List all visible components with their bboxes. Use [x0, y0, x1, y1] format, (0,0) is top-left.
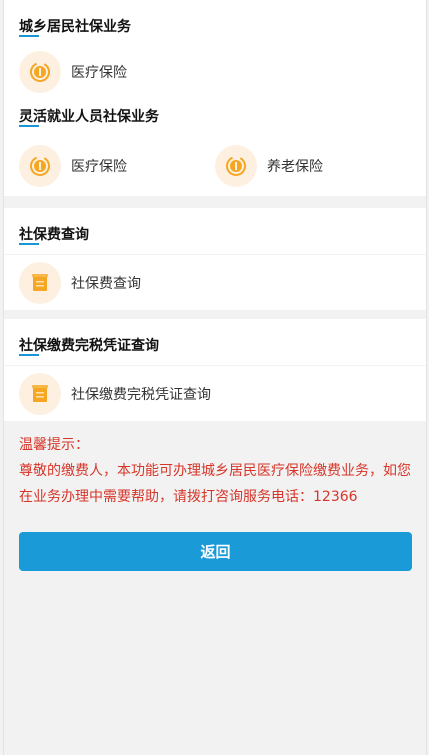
- fee-query-item[interactable]: 社保费查询: [4, 261, 384, 304]
- urban-rural-medical-insurance-item[interactable]: 医疗保险: [4, 51, 200, 93]
- section-title-fee-query: 社保费查询: [4, 208, 426, 254]
- divider: [4, 196, 426, 208]
- tax-certificate-card: 社保缴费完税凭证查询 社保缴费完税凭证查询: [4, 319, 426, 421]
- title-underline: [19, 243, 39, 245]
- coin-icon: [19, 51, 61, 93]
- section-title-text: 灵活就业人员社保业务: [19, 109, 159, 125]
- urban-rural-row: 医疗保险: [4, 44, 426, 100]
- tax-certificate-row: 社保缴费完税凭证查询: [4, 365, 426, 421]
- warm-tip: 温馨提示： 尊敬的缴费人，本功能可办理城乡居民医疗保险缴费业务，如您在业务办理中…: [4, 421, 426, 510]
- fee-query-row: 社保费查询: [4, 254, 426, 310]
- item-label: 社保费查询: [71, 275, 141, 292]
- section-title-tax-certificate: 社保缴费完税凭证查询: [4, 319, 426, 365]
- item-label: 医疗保险: [71, 65, 127, 81]
- flexible-row: 医疗保险 养老保险: [4, 136, 426, 196]
- tip-body: 尊敬的缴费人，本功能可办理城乡居民医疗保险缴费业务，如您在业务办理中需要帮助，请…: [19, 463, 411, 505]
- section-title-urban-rural: 城乡居民社保业务: [4, 0, 426, 44]
- tax-certificate-item[interactable]: 社保缴费完税凭证查询: [4, 372, 384, 415]
- document-icon: [19, 372, 61, 415]
- tip-heading: 温馨提示：: [19, 437, 89, 453]
- flexible-medical-insurance-item[interactable]: 医疗保险: [4, 145, 200, 187]
- page: 城乡居民社保业务 医疗保险 灵活就业人员社保业务 医疗保险 养老保险 社保费查询…: [3, 0, 427, 755]
- flexible-pension-insurance-item[interactable]: 养老保险: [200, 145, 396, 187]
- title-underline: [19, 354, 39, 356]
- coin-icon: [19, 145, 61, 187]
- item-label: 养老保险: [267, 159, 323, 175]
- section-title-text: 社保缴费完税凭证查询: [19, 338, 159, 354]
- divider: [4, 310, 426, 319]
- fee-query-card: 社保费查询 社保费查询: [4, 208, 426, 310]
- section-title-flexible: 灵活就业人员社保业务: [4, 100, 426, 136]
- back-button[interactable]: 返回: [19, 532, 412, 571]
- title-underline: [19, 125, 39, 127]
- coin-icon: [215, 145, 257, 187]
- title-underline: [19, 35, 39, 37]
- item-label: 社保缴费完税凭证查询: [71, 386, 211, 403]
- section-title-text: 城乡居民社保业务: [19, 19, 131, 35]
- section-title-text: 社保费查询: [19, 227, 89, 243]
- item-label: 医疗保险: [71, 159, 127, 175]
- document-icon: [19, 261, 61, 304]
- social-insurance-card: 城乡居民社保业务 医疗保险 灵活就业人员社保业务 医疗保险 养老保险: [4, 0, 426, 196]
